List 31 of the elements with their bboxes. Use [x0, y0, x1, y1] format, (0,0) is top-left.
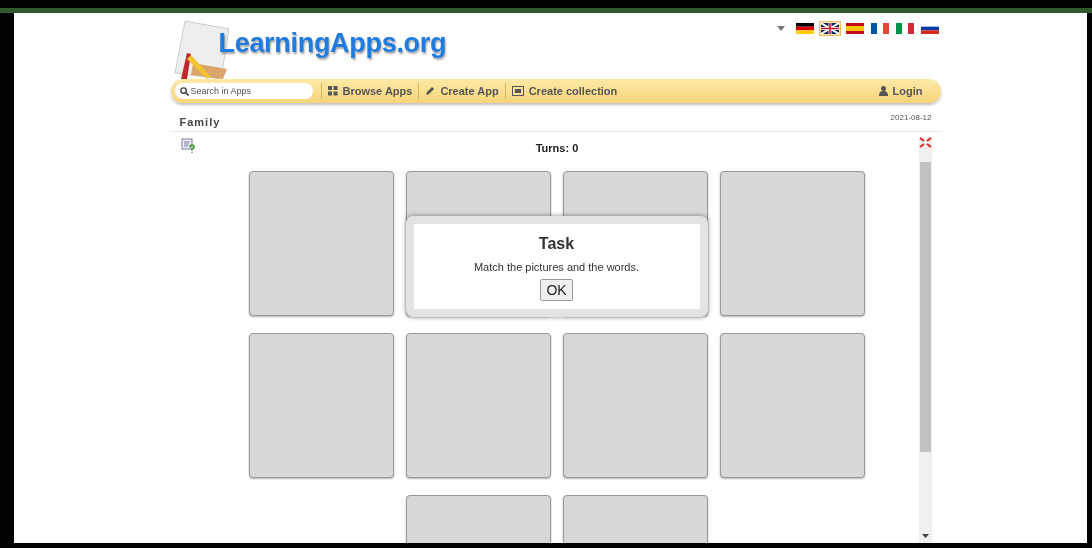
memory-card[interactable] — [720, 333, 865, 478]
scroll-down-icon[interactable] — [921, 534, 929, 539]
nav-link[interactable]: Create App — [425, 85, 499, 97]
language-flag[interactable] — [843, 21, 866, 36]
memory-card[interactable] — [563, 333, 708, 478]
nav-link[interactable]: Create collection — [511, 85, 618, 97]
memory-card[interactable] — [249, 333, 394, 478]
grid-icon — [327, 86, 338, 96]
collection-icon — [511, 86, 524, 96]
memory-card[interactable] — [406, 333, 551, 478]
memory-card[interactable] — [249, 171, 394, 316]
user-icon — [878, 86, 888, 96]
scrollbar[interactable] — [918, 148, 932, 543]
logo-text[interactable]: LearningApps.org — [218, 28, 447, 59]
pencil-icon — [425, 86, 436, 96]
memory-card[interactable] — [720, 171, 865, 316]
app-title: Family — [179, 116, 221, 128]
dropdown-caret-icon[interactable] — [776, 25, 785, 32]
turns-counter: Turns: 0 — [535, 142, 579, 154]
login-link[interactable]: Login — [878, 85, 923, 97]
language-flag[interactable] — [793, 21, 816, 36]
collapse-icon[interactable] — [918, 137, 932, 148]
search-field[interactable]: Search in Apps — [174, 83, 313, 99]
task-help-icon[interactable] — [180, 138, 196, 153]
dialog-title: Task — [538, 235, 575, 253]
ok-button[interactable]: OK — [540, 279, 573, 301]
app-date: 2021-08-12 — [890, 113, 932, 122]
language-flag[interactable] — [868, 21, 891, 36]
dialog-message: Match the pictures and the words. — [473, 261, 640, 273]
language-flag[interactable] — [818, 21, 841, 36]
nav-link[interactable]: Browse Apps — [327, 85, 413, 97]
